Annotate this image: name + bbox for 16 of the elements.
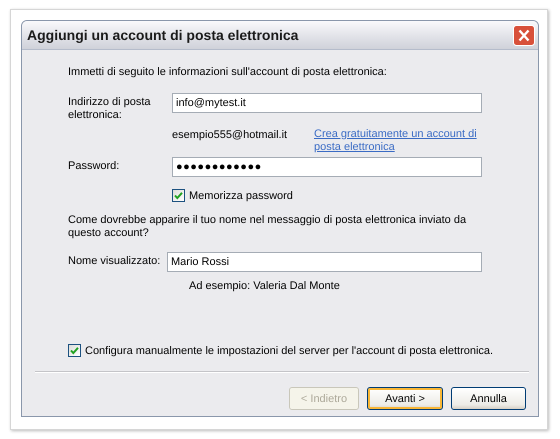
wizard-button[interactable]: Annulla — [451, 387, 526, 410]
checkbox-label: Memorizza password — [189, 190, 293, 202]
field-label: Nome visualizzato: — [68, 254, 162, 268]
question-text: Come dovrebbe apparire il tuo nome nel messaggio di posta elettronica inviato da questo account? — [68, 214, 468, 240]
example-text: esempio555@hotmail.it — [172, 128, 288, 141]
input-field[interactable]: info@mytest.it — [172, 93, 482, 113]
window-title: Aggiungi un account di posta elettronica — [27, 27, 298, 43]
field-label: Indirizzo di posta elettronica: — [68, 95, 152, 122]
wizard-button[interactable]: Avanti > — [367, 387, 443, 410]
checkbox-label: Configura manualmente le impostazioni del server per l'account di posta elettronica. — [85, 344, 494, 356]
example-text: Ad esempio: Valeria Dal Monte — [189, 280, 341, 292]
create-account-link[interactable]: Crea gratuitamente un account di posta elettronica — [314, 128, 484, 154]
intro-text: Immetti di seguito le informazioni sull'account di posta elettronica: — [68, 66, 388, 78]
input-field[interactable]: Mario Rossi — [167, 252, 482, 272]
field-label: Password: — [68, 159, 120, 173]
password-field[interactable]: ●●●●●●●●●●●● — [172, 157, 482, 177]
